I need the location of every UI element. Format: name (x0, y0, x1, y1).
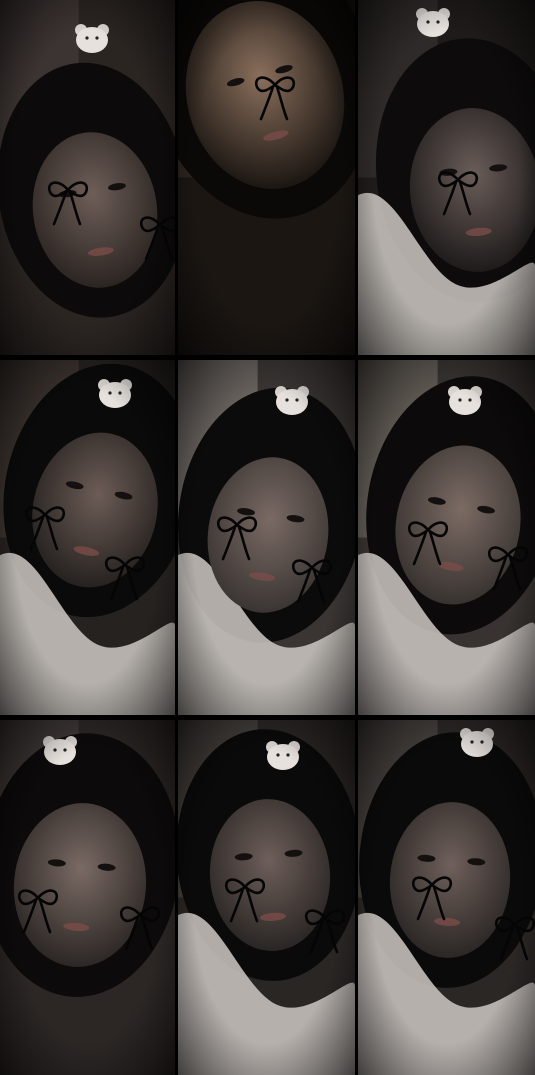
selfie-photo (178, 720, 355, 1075)
vignette (178, 360, 355, 715)
vignette (0, 360, 175, 715)
photo-tile (178, 360, 355, 715)
selfie-photo (0, 360, 175, 715)
vignette (358, 0, 535, 355)
photo-tile (358, 360, 535, 715)
vignette (358, 360, 535, 715)
selfie-photo (178, 360, 355, 715)
vignette (0, 0, 175, 355)
vignette (178, 0, 355, 355)
selfie-photo (358, 0, 535, 355)
selfie-photo (0, 720, 175, 1075)
selfie-photo (358, 360, 535, 715)
photo-tile (358, 0, 535, 355)
photo-collage (0, 0, 535, 1075)
vignette (178, 720, 355, 1075)
vignette (358, 720, 535, 1075)
selfie-photo (358, 720, 535, 1075)
photo-tile (0, 0, 175, 355)
selfie-photo (0, 0, 175, 355)
photo-tile (358, 720, 535, 1075)
vignette (0, 720, 175, 1075)
photo-tile (178, 0, 355, 355)
photo-tile (178, 720, 355, 1075)
selfie-photo (178, 0, 355, 355)
photo-tile (0, 360, 175, 715)
photo-tile (0, 720, 175, 1075)
